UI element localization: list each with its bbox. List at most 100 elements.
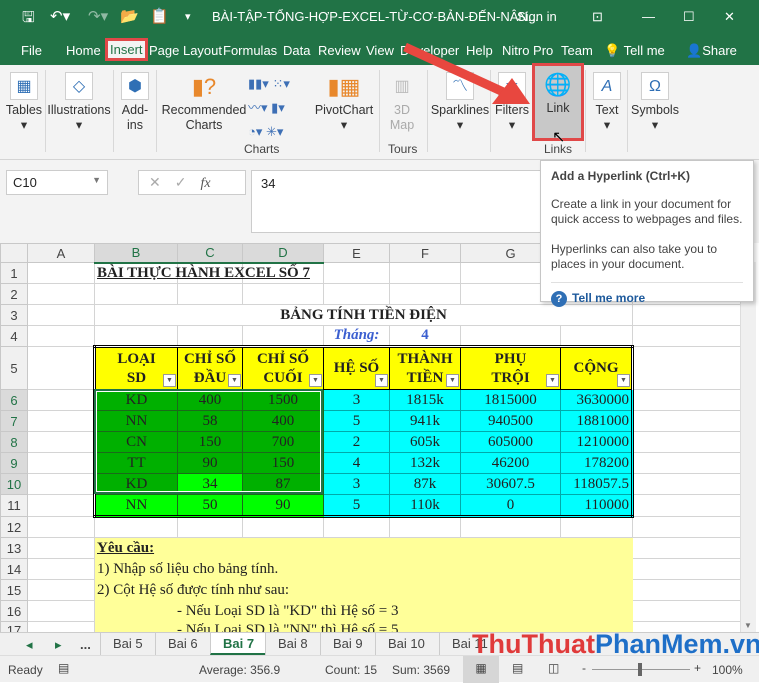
zoom-slider-thumb[interactable] <box>638 663 642 676</box>
table-cell[interactable]: 110k <box>389 494 461 518</box>
row-header-11[interactable]: 11 <box>0 494 28 517</box>
cell[interactable] <box>632 325 741 347</box>
cell[interactable] <box>389 579 461 601</box>
zoom-out-button[interactable]: - <box>582 661 586 675</box>
cell-a14[interactable] <box>27 558 95 580</box>
cell[interactable] <box>560 558 633 580</box>
cell-a9[interactable] <box>27 452 95 474</box>
page-layout-view-icon[interactable]: ▤ <box>512 661 523 675</box>
table-cell[interactable]: 110000 <box>560 494 634 518</box>
cell-a11[interactable] <box>27 494 95 517</box>
next-sheet-icon[interactable]: ▸ <box>55 637 62 653</box>
column-header-c[interactable]: C <box>177 243 243 264</box>
sheet-tab-bai-5[interactable]: Bai 5 <box>100 633 155 655</box>
table-cell[interactable]: 605000 <box>460 431 561 453</box>
sheet-tab-bai-10[interactable]: Bai 10 <box>375 633 437 655</box>
fx-icon[interactable]: fx <box>200 176 210 191</box>
table-cell[interactable]: 50 <box>177 494 243 518</box>
filter-dropdown-icon[interactable]: ▼ <box>375 374 388 387</box>
cell[interactable] <box>389 558 461 580</box>
name-box[interactable]: C10 ▼ <box>6 170 108 195</box>
table-header[interactable]: CHỈ SỐ CUỐI ▼ <box>242 345 324 390</box>
row-header-1[interactable]: 1 <box>0 262 28 284</box>
table-cell[interactable]: 132k <box>389 452 461 474</box>
cell[interactable] <box>177 516 243 538</box>
table-subtitle[interactable]: BẢNG TÍNH TIỀN ĐIỆN <box>94 304 633 326</box>
cell[interactable] <box>242 537 324 559</box>
table-cell[interactable]: 700 <box>242 431 324 453</box>
cell[interactable] <box>460 537 561 559</box>
month-value[interactable]: 4 <box>389 325 461 347</box>
cell[interactable] <box>632 600 741 622</box>
table-cell[interactable]: 58 <box>177 410 243 432</box>
cell[interactable] <box>323 537 390 559</box>
sheet-tab-bai-8[interactable]: Bai 8 <box>265 633 320 655</box>
table-cell[interactable]: 46200 <box>460 452 561 474</box>
table-header[interactable]: THÀNH TIỀN ▼ <box>389 345 461 390</box>
month-label[interactable]: Tháng: <box>323 325 390 347</box>
row-header-5[interactable]: 5 <box>0 346 28 390</box>
cell[interactable] <box>560 516 633 538</box>
cell[interactable] <box>460 579 561 601</box>
table-cell[interactable]: 1210000 <box>560 431 634 453</box>
cell[interactable] <box>632 537 741 559</box>
row-header-9[interactable]: 9 <box>0 452 28 474</box>
macro-record-icon[interactable]: ▤ <box>58 661 69 675</box>
table-header[interactable]: CỘNG ▼ <box>560 345 634 390</box>
page-break-view-icon[interactable]: ◫ <box>548 661 559 675</box>
cell[interactable] <box>177 325 243 347</box>
column-header-e[interactable]: E <box>323 243 390 263</box>
cell-a10[interactable] <box>27 473 95 495</box>
cancel-icon[interactable]: ✕ <box>149 174 175 190</box>
vertical-scrollbar[interactable]: ▼ <box>740 262 756 632</box>
table-cell[interactable]: 940500 <box>460 410 561 432</box>
cell-a4[interactable] <box>27 325 95 347</box>
sheet-title[interactable]: BÀI THỰC HÀNH EXCEL SỐ 7 <box>94 262 310 284</box>
cell[interactable] <box>632 516 741 538</box>
table-cell[interactable]: 178200 <box>560 452 634 474</box>
cell[interactable] <box>389 283 461 305</box>
table-cell[interactable]: 605k <box>389 431 461 453</box>
cell[interactable] <box>94 325 178 347</box>
cell[interactable] <box>560 579 633 601</box>
row-header-15[interactable]: 15 <box>0 579 28 601</box>
table-cell[interactable]: 3630000 <box>560 389 634 411</box>
cell[interactable] <box>632 304 741 326</box>
column-header-b[interactable]: B <box>94 243 178 264</box>
cell[interactable] <box>177 537 243 559</box>
row-header-4[interactable]: 4 <box>0 325 28 347</box>
cell[interactable] <box>632 452 741 474</box>
cell[interactable] <box>560 537 633 559</box>
table-cell[interactable]: CN <box>93 431 178 453</box>
zoom-level[interactable]: 100% <box>712 663 743 677</box>
table-cell[interactable]: 1500 <box>242 389 324 411</box>
note-line[interactable]: 1) Nhập số liệu cho bảng tính. <box>94 558 278 580</box>
cell[interactable] <box>389 516 461 538</box>
zoom-slider[interactable] <box>592 663 690 676</box>
table-cell[interactable]: 1881000 <box>560 410 634 432</box>
cell[interactable] <box>632 494 741 517</box>
cell[interactable] <box>323 558 390 580</box>
row-header-3[interactable]: 3 <box>0 304 28 326</box>
cell[interactable] <box>242 516 324 538</box>
zoom-in-button[interactable]: + <box>694 661 701 675</box>
filter-dropdown-icon[interactable]: ▼ <box>617 374 630 387</box>
table-cell[interactable]: TT <box>93 452 178 474</box>
row-header-12[interactable]: 12 <box>0 516 28 538</box>
sheet-tab-bai-9[interactable]: Bai 9 <box>320 633 375 655</box>
enter-icon[interactable]: ✓ <box>175 174 201 190</box>
table-cell[interactable]: 2 <box>323 431 390 453</box>
cell[interactable] <box>560 325 633 347</box>
row-header-13[interactable]: 13 <box>0 537 28 559</box>
row-header-6[interactable]: 6 <box>0 389 28 411</box>
table-cell[interactable]: 150 <box>177 431 243 453</box>
cell[interactable] <box>177 283 243 305</box>
filter-dropdown-icon[interactable]: ▼ <box>228 374 241 387</box>
table-cell[interactable]: 34 <box>177 473 243 495</box>
row-header-7[interactable]: 7 <box>0 410 28 432</box>
more-sheets-button[interactable]: ... <box>80 637 91 652</box>
cell-a1[interactable] <box>27 262 95 284</box>
table-cell[interactable]: 5 <box>323 494 390 518</box>
row-header-2[interactable]: 2 <box>0 283 28 305</box>
table-cell[interactable]: 87 <box>242 473 324 495</box>
